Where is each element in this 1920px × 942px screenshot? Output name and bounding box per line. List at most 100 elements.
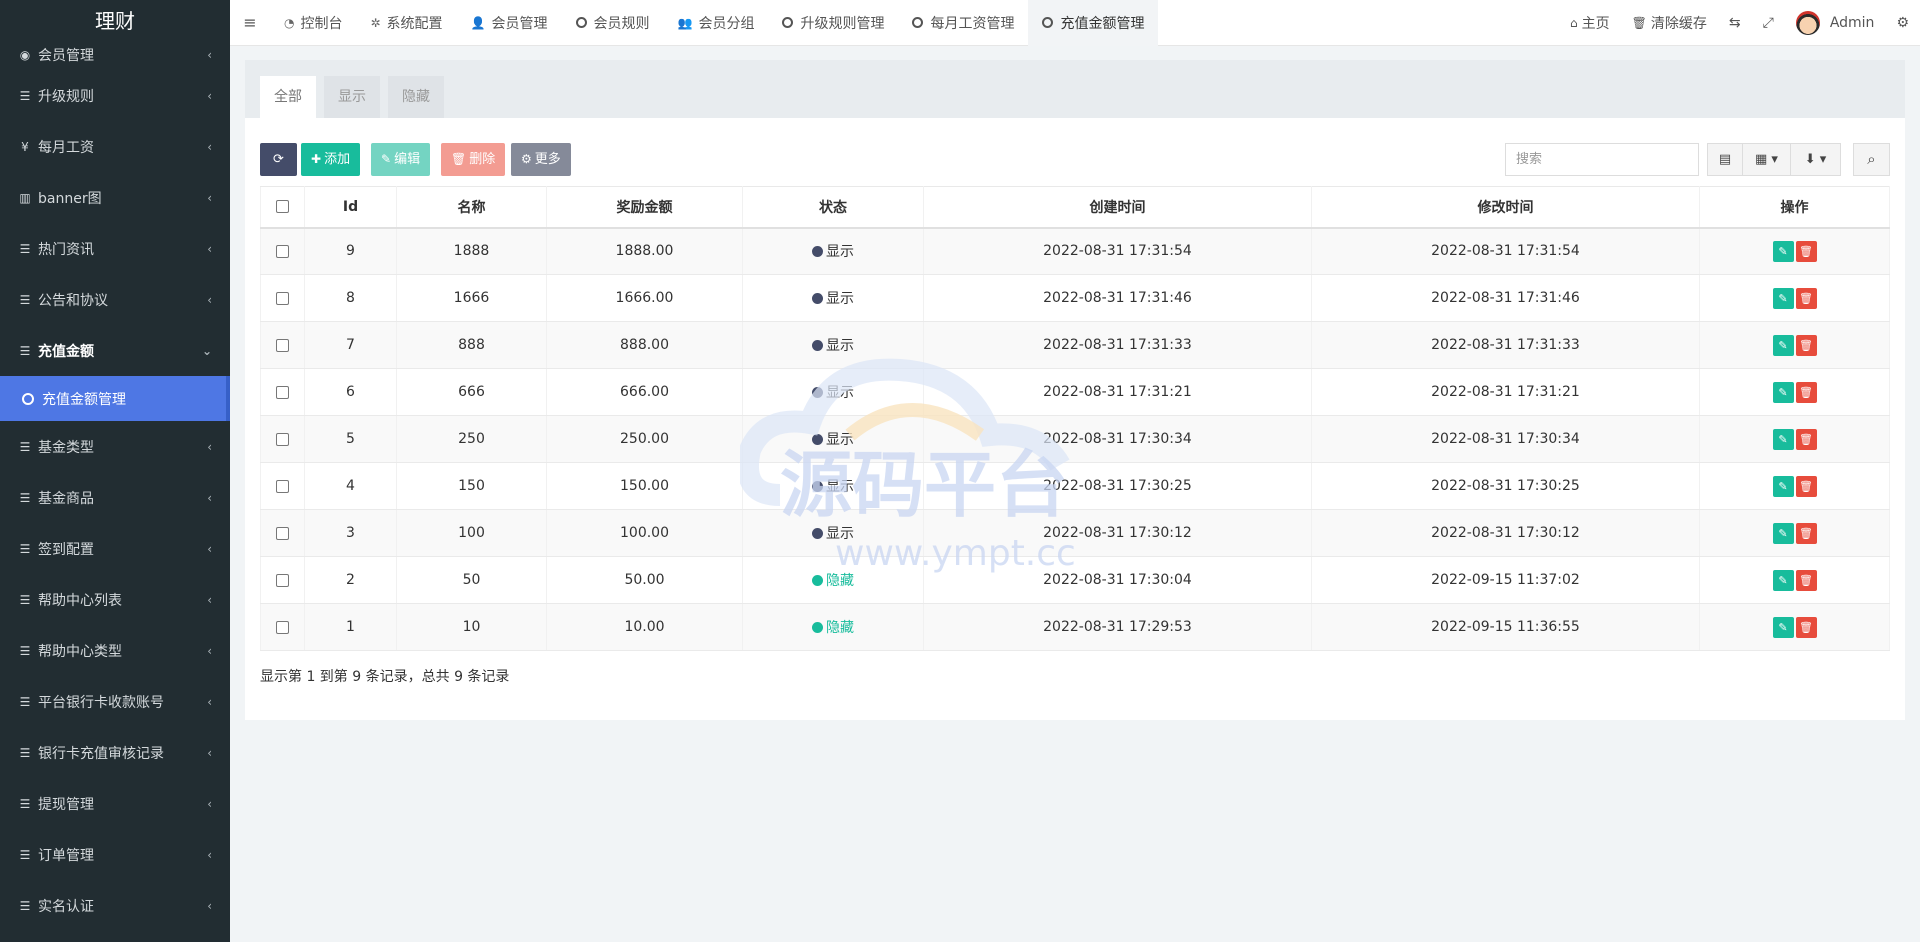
- fullscreen-icon[interactable]: ⤢: [1752, 15, 1785, 31]
- sidebar-item[interactable]: ☰ 实名认证 ‹: [0, 880, 230, 931]
- clear-cache-link[interactable]: 🗑 清除缓存: [1621, 13, 1718, 33]
- circle-icon: [575, 17, 587, 28]
- user-menu[interactable]: Admin: [1785, 11, 1886, 35]
- nav-tab[interactable]: 👥 会员分组: [664, 0, 769, 46]
- sidebar-item[interactable]: ☰ 帮助中心类型 ‹: [0, 625, 230, 676]
- row-delete-icon[interactable]: 🗑: [1795, 381, 1817, 403]
- nav-tab[interactable]: 👤 会员管理: [457, 0, 562, 46]
- row-delete-icon[interactable]: 🗑: [1795, 569, 1817, 591]
- cell-amount: 1666.00: [546, 274, 743, 322]
- nav-tab[interactable]: ✲ 系统配置: [356, 0, 456, 46]
- row-delete-icon[interactable]: 🗑: [1795, 287, 1817, 309]
- row-checkbox[interactable]: [276, 244, 289, 258]
- sidebar-item-label: 提现管理: [38, 796, 94, 813]
- row-checkbox[interactable]: [276, 432, 289, 446]
- columns-icon[interactable]: ▦ ▾: [1742, 143, 1791, 176]
- home-link[interactable]: ⌂ 主页: [1559, 13, 1621, 33]
- more-button[interactable]: ⚙ 更多: [511, 143, 571, 176]
- header-name[interactable]: 名称: [396, 186, 547, 229]
- select-all-checkbox[interactable]: [276, 200, 289, 214]
- sidebar-item[interactable]: ☰ 订单管理 ‹: [0, 829, 230, 880]
- sidebar-item[interactable]: ☰ 基金商品 ‹: [0, 472, 230, 523]
- row-checkbox[interactable]: [276, 573, 289, 587]
- sidebar-item[interactable]: ☰ 基金类型 ‹: [0, 421, 230, 472]
- translate-icon[interactable]: ⇆: [1718, 15, 1752, 31]
- settings-icon[interactable]: ⚙: [1885, 15, 1920, 31]
- tab-hidden[interactable]: 隐藏: [388, 76, 444, 118]
- chevron-icon: ‹: [207, 745, 212, 760]
- nav-tab[interactable]: 升级规则管理: [768, 0, 898, 46]
- row-delete-icon[interactable]: 🗑: [1795, 475, 1817, 497]
- refresh-button[interactable]: ⟳: [260, 143, 297, 176]
- nav-tab[interactable]: 会员规则: [562, 0, 664, 46]
- header-amount[interactable]: 奖励金额: [546, 186, 743, 229]
- status-dot-icon: [812, 340, 823, 351]
- row-edit-icon[interactable]: ✎: [1772, 240, 1794, 262]
- row-edit-icon[interactable]: ✎: [1772, 616, 1794, 638]
- row-delete-icon[interactable]: 🗑: [1795, 428, 1817, 450]
- nav-tab[interactable]: 每月工资管理: [898, 0, 1028, 46]
- row-edit-icon[interactable]: ✎: [1772, 428, 1794, 450]
- table-row[interactable]: 8 1666 1666.00 显示 2022-08-31 17:31:46 2022-08…: [260, 274, 1890, 322]
- home-label: 主页: [1581, 16, 1610, 32]
- cell-updated: 2022-09-15 11:37:02: [1311, 556, 1700, 604]
- status-dot-icon: [812, 293, 823, 304]
- header-updated[interactable]: 修改时间: [1311, 186, 1700, 229]
- table-row[interactable]: 7 888 888.00 显示 2022-08-31 17:31:33 2022-08-3…: [260, 321, 1890, 369]
- row-checkbox[interactable]: [276, 526, 289, 540]
- table-row[interactable]: 5 250 250.00 显示 2022-08-31 17:30:34 2022-08-3…: [260, 415, 1890, 463]
- row-edit-icon[interactable]: ✎: [1772, 334, 1794, 356]
- row-checkbox[interactable]: [276, 479, 289, 493]
- sidebar-item[interactable]: ☰ 帮助中心列表 ‹: [0, 574, 230, 625]
- sidebar-item[interactable]: ☰ 充值金额 ⌄: [0, 325, 230, 376]
- add-button[interactable]: ✚ 添加: [301, 143, 361, 176]
- row-delete-icon[interactable]: 🗑: [1795, 616, 1817, 638]
- table-row[interactable]: 3 100 100.00 显示 2022-08-31 17:30:12 2022-08-3…: [260, 509, 1890, 557]
- export-icon[interactable]: ⬇ ▾: [1790, 143, 1841, 176]
- sidebar-item[interactable]: ◉ 会员管理 ‹: [0, 40, 230, 70]
- sidebar-subitem-active[interactable]: 充值金额管理: [0, 376, 230, 421]
- chevron-icon: ‹: [207, 898, 212, 913]
- row-checkbox[interactable]: [276, 385, 289, 399]
- sidebar-item[interactable]: ☰ 公告和协议 ‹: [0, 274, 230, 325]
- table-row[interactable]: 4 150 150.00 显示 2022-08-31 17:30:25 2022-08-3…: [260, 462, 1890, 510]
- search-input[interactable]: 搜索: [1505, 143, 1699, 176]
- sidebar-item[interactable]: ▥ banner图 ‹: [0, 172, 230, 223]
- table-row[interactable]: 6 666 666.00 显示 2022-08-31 17:31:21 2022-08-3…: [260, 368, 1890, 416]
- list-icon: ☰: [19, 88, 31, 103]
- tab-all[interactable]: 全部: [260, 76, 316, 118]
- sidebar-item[interactable]: ☰ 热门资讯 ‹: [0, 223, 230, 274]
- cell-name: 50: [396, 556, 547, 604]
- header-id[interactable]: Id: [304, 186, 397, 229]
- row-delete-icon[interactable]: 🗑: [1795, 334, 1817, 356]
- menu-toggle-icon[interactable]: ≡: [230, 13, 270, 32]
- row-delete-icon[interactable]: 🗑: [1795, 522, 1817, 544]
- row-edit-icon[interactable]: ✎: [1772, 522, 1794, 544]
- header-status[interactable]: 状态: [742, 186, 924, 229]
- row-edit-icon[interactable]: ✎: [1772, 569, 1794, 591]
- row-edit-icon[interactable]: ✎: [1772, 287, 1794, 309]
- row-checkbox[interactable]: [276, 338, 289, 352]
- row-checkbox[interactable]: [276, 620, 289, 634]
- search-icon[interactable]: ⌕: [1853, 143, 1890, 176]
- row-delete-icon[interactable]: 🗑: [1795, 240, 1817, 262]
- sidebar-item[interactable]: ☰ 银行卡充值审核记录 ‹: [0, 727, 230, 778]
- sidebar-item[interactable]: ☰ 提现管理 ‹: [0, 778, 230, 829]
- sidebar-item[interactable]: ☰ 升级规则 ‹: [0, 70, 230, 121]
- edit-button[interactable]: ✎ 编辑: [371, 143, 431, 176]
- table-row[interactable]: 2 50 50.00 隐藏 2022-08-31 17:30:04 2022-09-15 …: [260, 556, 1890, 604]
- table-row[interactable]: 1 10 10.00 隐藏 2022-08-31 17:29:53 2022-09-15 …: [260, 603, 1890, 651]
- sidebar-item[interactable]: ☰ 签到配置 ‹: [0, 523, 230, 574]
- row-edit-icon[interactable]: ✎: [1772, 475, 1794, 497]
- toggle-view-icon[interactable]: ▤: [1707, 143, 1743, 176]
- tab-show[interactable]: 显示: [324, 76, 380, 118]
- sidebar-item[interactable]: ☰ 平台银行卡收款账号 ‹: [0, 676, 230, 727]
- delete-button[interactable]: 🗑 删除: [441, 143, 506, 176]
- sidebar-item[interactable]: ¥ 每月工资 ‹: [0, 121, 230, 172]
- row-edit-icon[interactable]: ✎: [1772, 381, 1794, 403]
- header-created[interactable]: 创建时间: [923, 186, 1312, 229]
- nav-tab[interactable]: ◔ 控制台: [270, 0, 356, 46]
- table-row[interactable]: 9 1888 1888.00 显示 2022-08-31 17:31:54 2022-08…: [260, 227, 1890, 275]
- nav-tab[interactable]: 充值金额管理: [1028, 0, 1159, 46]
- row-checkbox[interactable]: [276, 291, 289, 305]
